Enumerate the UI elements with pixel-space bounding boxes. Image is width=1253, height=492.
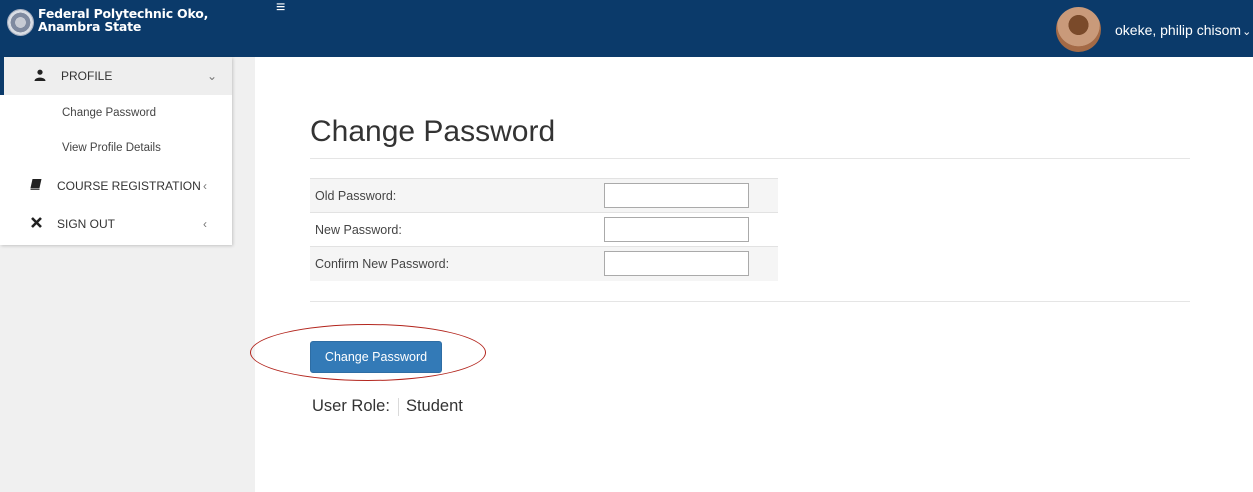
brand-name[interactable]: Federal Polytechnic Oko, Anambra State [38,7,208,33]
chevron-left-icon: ‹ [203,217,207,231]
form-row-confirm-password: Confirm New Password: [310,246,778,281]
confirm-password-field[interactable] [604,251,749,277]
chevron-left-icon: ‹ [203,179,207,193]
chevron-down-icon: ⌄ [1242,26,1252,38]
new-password-field[interactable] [604,217,749,242]
change-password-form: Old Password: New Password: Confirm New … [310,178,778,281]
user-name: okeke, philip chisom [1115,22,1242,38]
sidebar-item-profile[interactable]: PROFILE ⌄ [0,57,232,95]
hamburger-icon[interactable]: ≡ [276,0,285,16]
avatar[interactable] [1056,7,1101,52]
divider [310,301,1190,302]
chevron-down-icon: ⌄ [207,69,218,83]
sidebar-item-label: COURSE REGISTRATION [57,179,201,193]
change-password-button[interactable]: Change Password [310,341,442,373]
old-password-label: Old Password: [310,178,604,213]
sidebar-subitem-change-password[interactable]: Change Password [62,107,156,119]
sidebar-menu: PROFILE ⌄ Change Password View Profile D… [0,57,232,245]
new-password-label: New Password: [310,212,604,247]
sidebar-item-sign-out[interactable]: SIGN OUT ‹ [0,205,232,243]
book-icon [28,179,44,193]
institution-logo[interactable] [7,9,34,36]
user-role-label: User Role: [312,397,390,415]
old-password-field[interactable] [604,183,749,208]
top-navbar: Federal Polytechnic Oko, Anambra State ≡… [0,0,1253,57]
close-icon [28,217,44,231]
form-row-old-password: Old Password: [310,178,778,213]
sidebar-item-label: PROFILE [61,69,113,83]
sidebar-item-label: SIGN OUT [57,217,116,231]
divider [397,397,399,416]
divider [310,158,1190,159]
user-role-value: Student [405,397,463,415]
confirm-password-label: Confirm New Password: [310,246,604,281]
brand-line-2: Anambra State [38,19,142,34]
sidebar-item-course-registration[interactable]: COURSE REGISTRATION ‹ [0,167,232,205]
sidebar-subitem-view-profile-details[interactable]: View Profile Details [62,142,161,154]
user-role: User Role: Student [312,397,463,416]
user-icon [32,69,48,84]
page-title: Change Password [310,115,556,148]
user-menu[interactable]: okeke, philip chisom⌄ [1115,22,1251,38]
form-row-new-password: New Password: [310,212,778,247]
